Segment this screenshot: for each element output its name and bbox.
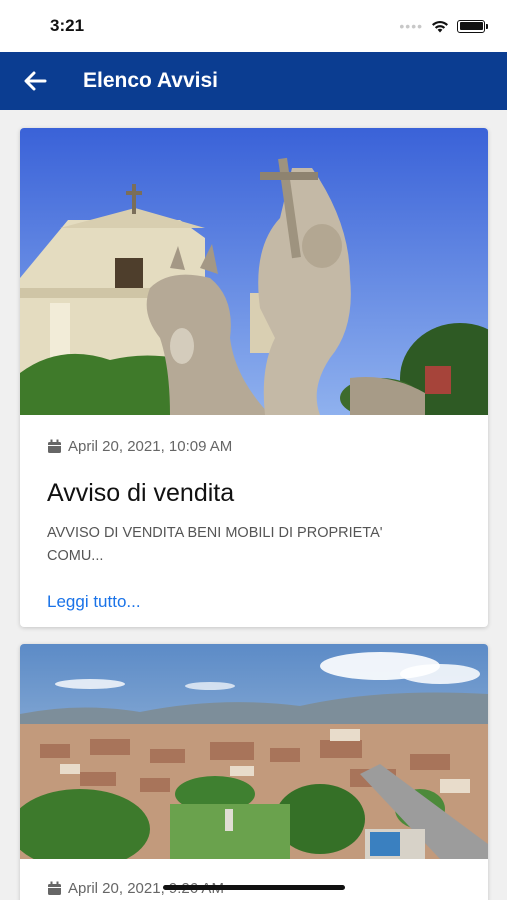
status-bar: 3:21 •••• — [0, 0, 507, 52]
card-image-town — [20, 644, 488, 859]
card-date-text: April 20, 2021, 10:09 AM — [68, 438, 233, 455]
home-indicator[interactable] — [163, 885, 345, 890]
card-excerpt: AVVISO DI VENDITA BENI MOBILI DI PROPRIE… — [47, 525, 383, 564]
status-time: 3:21 — [50, 16, 85, 35]
calendar-icon — [48, 881, 61, 895]
notice-list[interactable]: April 20, 2021, 10:09 AM Avviso di vendi… — [0, 110, 507, 900]
notice-card[interactable]: April 20, 2021, 9:26 AM — [20, 644, 488, 900]
page-title: Elenco Avvisi — [83, 69, 219, 92]
back-button[interactable] — [0, 52, 70, 110]
card-body: April 20, 2021, 10:09 AM Avviso di vendi… — [20, 438, 488, 612]
calendar-icon — [48, 439, 61, 453]
arrow-left-icon — [24, 71, 47, 91]
wifi-icon — [432, 20, 448, 32]
battery-icon — [457, 19, 488, 33]
app-bar: Elenco Avvisi — [0, 52, 507, 110]
read-more-link[interactable]: Leggi tutto... — [47, 592, 141, 612]
notice-card[interactable]: April 20, 2021, 10:09 AM Avviso di vendi… — [20, 128, 488, 627]
signal-icon: •••• — [399, 18, 423, 34]
status-icons: •••• — [399, 18, 488, 34]
card-title: Avviso di vendita — [47, 479, 235, 507]
card-date: April 20, 2021, 10:09 AM — [47, 438, 488, 455]
card-image-statue — [20, 128, 488, 415]
